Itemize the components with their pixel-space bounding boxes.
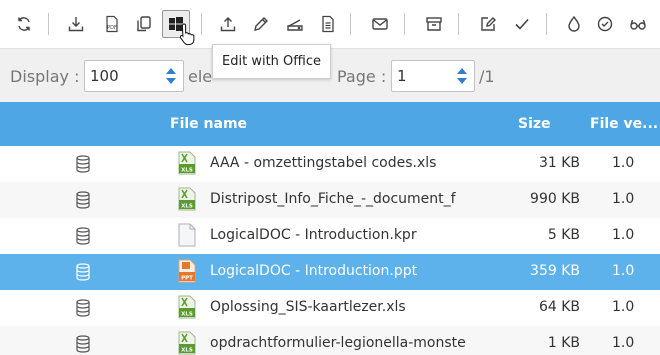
edit-icon[interactable] — [474, 10, 502, 38]
toolbar-separator — [48, 13, 49, 35]
table-row[interactable]: XLS Distripost_Info_Fiche_-_document_f 9… — [0, 182, 660, 218]
database-icon — [76, 299, 90, 317]
xls-file-icon: XLS — [178, 331, 196, 355]
file-version: 1.0 — [612, 227, 635, 243]
document-icon[interactable] — [314, 10, 342, 38]
table-row-selected[interactable]: PPT LogicalDOC - Introduction.ppt 359 KB… — [0, 254, 660, 290]
grid-header: File name Size File ve... — [0, 102, 660, 146]
badge-check-icon[interactable] — [591, 10, 619, 38]
download-icon[interactable] — [62, 10, 90, 38]
check-icon[interactable] — [508, 10, 536, 38]
column-version[interactable]: File ve... — [590, 116, 658, 132]
database-icon — [76, 155, 90, 173]
file-name: Distripost_Info_Fiche_-_document_f — [210, 191, 456, 207]
table-row[interactable]: LogicalDOC - Introduction.kpr 5 KB 1.0 — [0, 218, 660, 254]
file-type-text: XLS — [181, 204, 193, 210]
upload-icon[interactable] — [214, 10, 242, 38]
file-type-text: XLS — [181, 348, 193, 354]
toolbar-separator — [350, 13, 351, 35]
display-label: Display : — [10, 67, 80, 86]
page-value: 1 — [397, 67, 407, 85]
file-type-text: XLS — [181, 168, 193, 174]
file-version: 1.0 — [612, 263, 635, 279]
database-icon — [76, 227, 90, 245]
pdf-icon[interactable]: PDF — [98, 10, 126, 38]
file-version: 1.0 — [612, 155, 635, 171]
display-count-value: 100 — [90, 67, 119, 85]
database-icon — [76, 263, 90, 281]
toolbar-separator — [546, 13, 547, 35]
file-name: AAA - omzettingstabel codes.xls — [210, 155, 437, 171]
file-size: 31 KB — [538, 155, 580, 171]
file-type-text: PPT — [181, 276, 193, 282]
file-size: 990 KB — [530, 191, 580, 207]
xls-file-icon: XLS — [178, 295, 196, 319]
file-name: opdrachtformulier-legionella-monste — [210, 335, 466, 351]
table-row[interactable]: XLS AAA - omzettingstabel codes.xls 31 K… — [0, 146, 660, 182]
column-size[interactable]: Size — [518, 116, 551, 132]
toolbar: PDF — [0, 0, 660, 48]
spinner-arrows-icon[interactable] — [456, 65, 468, 87]
file-version: 1.0 — [612, 191, 635, 207]
ppt-file-icon: PPT — [178, 259, 196, 283]
pdf-icon-text: PDF — [107, 25, 117, 31]
page-input[interactable]: 1 — [391, 60, 475, 92]
spinner-arrows-icon[interactable] — [165, 65, 177, 87]
pencil-icon[interactable] — [247, 10, 275, 38]
page-label: Page : — [337, 67, 387, 86]
column-file-name[interactable]: File name — [170, 116, 247, 132]
scanner-icon[interactable] — [281, 10, 309, 38]
database-icon — [76, 335, 90, 353]
copy-icon[interactable] — [130, 10, 158, 38]
file-size: 64 KB — [538, 299, 580, 315]
generic-file-icon — [178, 223, 196, 247]
envelope-icon[interactable] — [366, 10, 394, 38]
file-size: 1 KB — [547, 335, 580, 351]
total-pages: /1 — [479, 67, 495, 86]
toolbar-separator — [404, 13, 405, 35]
mouse-cursor-icon — [178, 22, 198, 46]
file-name: LogicalDOC - Introduction.kpr — [210, 227, 417, 243]
toolbar-separator — [201, 13, 202, 35]
file-name: Oplossing_SIS-kaartlezer.xls — [210, 299, 406, 315]
xls-file-icon: XLS — [178, 187, 196, 211]
file-type-text: XLS — [181, 312, 193, 318]
file-size: 359 KB — [530, 263, 580, 279]
archive-icon[interactable] — [420, 10, 448, 38]
xls-file-icon: XLS — [178, 151, 196, 175]
file-name: LogicalDOC - Introduction.ppt — [210, 263, 418, 279]
database-icon — [76, 191, 90, 209]
file-list: XLS AAA - omzettingstabel codes.xls 31 K… — [0, 146, 660, 355]
file-version: 1.0 — [612, 299, 635, 315]
elements-label: ele — [188, 67, 213, 86]
table-row[interactable]: XLS opdrachtformulier-legionella-monste … — [0, 326, 660, 355]
toolbar-separator — [458, 13, 459, 35]
display-count-input[interactable]: 100 — [84, 60, 184, 92]
tooltip: Edit with Office — [212, 44, 331, 79]
refresh-icon[interactable] — [10, 10, 38, 38]
file-size: 5 KB — [547, 227, 580, 243]
glasses-icon[interactable] — [624, 10, 652, 38]
drop-icon[interactable] — [560, 10, 588, 38]
file-version: 1.0 — [612, 335, 635, 351]
table-row[interactable]: XLS Oplossing_SIS-kaartlezer.xls 64 KB 1… — [0, 290, 660, 326]
